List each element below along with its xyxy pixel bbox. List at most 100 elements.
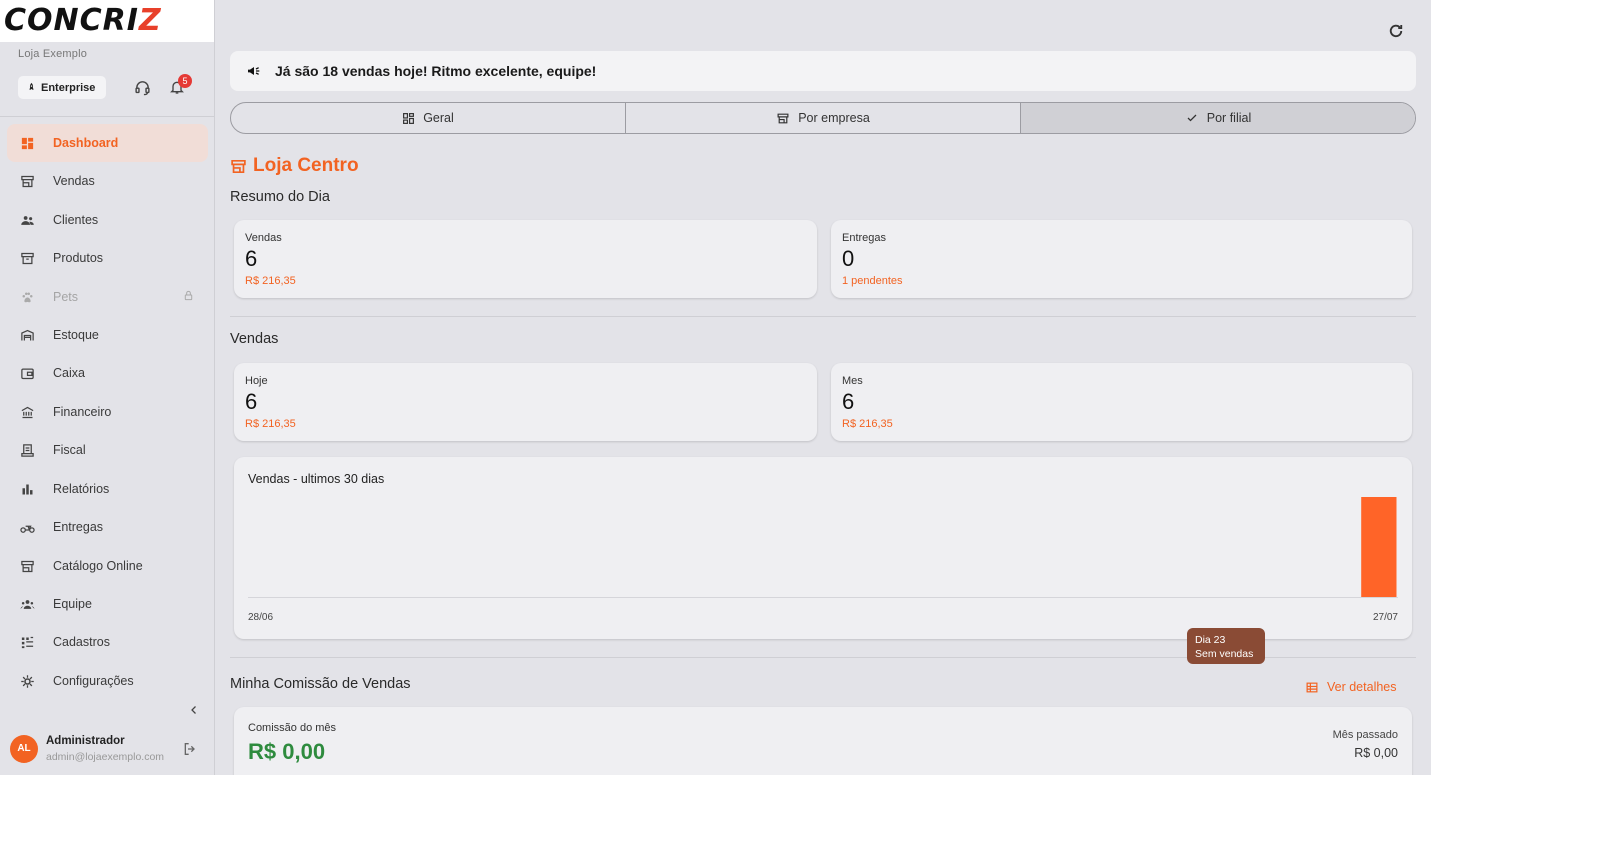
summary-title: Resumo do Dia <box>230 189 330 205</box>
headset-icon <box>134 80 150 95</box>
plan-badge[interactable]: Enterprise <box>18 76 106 99</box>
card-subtext: 1 pendentes <box>842 275 903 287</box>
user-email: admin@lojaexemplo.com <box>46 751 165 763</box>
card-value: 6 <box>842 389 855 414</box>
storefront-icon <box>19 558 35 574</box>
user-name: Administrador <box>46 735 125 747</box>
logout-button[interactable] <box>182 741 198 762</box>
bank-icon <box>19 404 35 420</box>
commission-month-value: R$ 0,00 <box>248 739 326 764</box>
sidebar-item-relatórios[interactable]: Relatórios <box>7 470 208 508</box>
tab-geral[interactable]: Geral <box>231 103 626 133</box>
support-button[interactable] <box>131 76 153 98</box>
avatar[interactable]: AL <box>10 735 38 763</box>
sidebar-item-label: Entregas <box>53 520 104 534</box>
sidebar-item-label: Estoque <box>53 328 99 342</box>
lock-icon <box>183 290 194 304</box>
commission-month-label: Comissão do mês <box>248 722 337 734</box>
motorcycle-icon <box>19 519 35 535</box>
tab-por-empresa[interactable]: Por empresa <box>626 103 1021 133</box>
groups-icon <box>19 596 35 612</box>
sidebar-item-label: Caixa <box>53 366 85 380</box>
paw-icon <box>19 289 35 305</box>
card-value: 6 <box>245 389 258 414</box>
bar-chart-icon <box>19 481 35 497</box>
sidebar-item-catálogo-online[interactable]: Catálogo Online <box>7 547 208 585</box>
sidebar-item-financeiro[interactable]: Financeiro <box>7 393 208 431</box>
card-value: 6 <box>245 246 258 271</box>
card-subtext: R$ 216,35 <box>245 275 296 287</box>
sales-month-card: Mes 6 R$ 216,35 <box>831 363 1412 441</box>
card-subtext: R$ 216,35 <box>245 418 296 430</box>
card-label: Mes <box>842 375 863 387</box>
logout-icon <box>184 743 195 755</box>
sidebar-item-pets[interactable]: Pets <box>7 278 208 316</box>
store-icon <box>19 173 35 189</box>
chart-tooltip: Dia 23 Sem vendas <box>1187 628 1265 664</box>
sidebar-divider <box>0 116 214 117</box>
sidebar-item-estoque[interactable]: Estoque <box>7 316 208 354</box>
tab-por-filial[interactable]: Por filial <box>1021 103 1415 133</box>
commission-card: Comissão do mês R$ 0,00 Mês passado R$ 0… <box>234 707 1412 775</box>
sidebar-item-cadastros[interactable]: Cadastros <box>7 623 208 661</box>
sidebar-item-label: Pets <box>53 290 79 304</box>
scope-tabs: Geral Por empresa Por filial <box>230 102 1416 134</box>
megaphone-icon <box>248 67 260 75</box>
announcement-text: Já são 18 vendas hoje! Ritmo excelente, … <box>275 63 597 79</box>
logo-text: CONCRI <box>4 3 139 38</box>
sidebar-item-caixa[interactable]: Caixa <box>7 354 208 392</box>
chart-bar[interactable] <box>1361 497 1397 597</box>
branch-title: Loja Centro <box>230 155 359 177</box>
brand-logo[interactable]: CONCRIZ <box>0 0 214 42</box>
branch-name: Loja Centro <box>253 155 359 176</box>
sidebar-item-label: Configurações <box>53 674 134 688</box>
plan-label: Enterprise <box>41 81 96 94</box>
sales-section-title: Vendas <box>230 331 279 347</box>
summary-sales-card: Vendas 6 R$ 216,35 <box>234 220 817 298</box>
check-icon <box>1187 114 1197 122</box>
sidebar-item-label: Dashboard <box>53 136 119 150</box>
view-details-link[interactable]: Ver detalhes <box>1305 680 1397 694</box>
sidebar-item-label: Fiscal <box>53 443 86 457</box>
sidebar-item-dashboard[interactable]: Dashboard <box>7 124 208 162</box>
sales-chart-card: Vendas - ultimos 30 dias 28/06 27/07 <box>234 457 1412 639</box>
sidebar-nav: Dashboard Vendas Clientes Produtos Pets Estoq… <box>0 124 214 696</box>
card-label: Vendas <box>245 232 282 244</box>
gear-icon <box>19 673 35 689</box>
sidebar-item-entregas[interactable]: Entregas <box>7 508 208 546</box>
user-profile: AL Administrador admin@lojaexemplo.com <box>10 735 210 767</box>
sidebar-item-label: Cadastros <box>53 635 110 649</box>
receipt-icon <box>19 442 35 458</box>
chevron-left-icon <box>191 706 196 714</box>
refresh-icon <box>1389 24 1403 38</box>
grid-icon <box>403 112 415 124</box>
archive-icon <box>19 250 35 266</box>
sidebar-item-configurações[interactable]: Configurações <box>7 662 208 696</box>
table-icon <box>1306 682 1318 692</box>
sales-bar-chart[interactable] <box>248 497 1398 609</box>
sidebar-item-clientes[interactable]: Clientes <box>7 201 208 239</box>
view-details-label: Ver detalhes <box>1327 680 1397 694</box>
tooltip-value: Sem vendas <box>1195 648 1254 660</box>
sidebar-item-fiscal[interactable]: Fiscal <box>7 431 208 469</box>
sidebar-item-label: Clientes <box>53 213 99 227</box>
dashboard-icon <box>19 135 35 151</box>
section-divider <box>230 316 1416 317</box>
card-subtext: R$ 216,35 <box>842 418 893 430</box>
notification-badge: 5 <box>178 74 192 88</box>
sidebar-item-label: Catálogo Online <box>53 559 143 573</box>
sidebar-item-label: Equipe <box>53 597 92 611</box>
collapse-sidebar-button[interactable] <box>188 703 200 721</box>
refresh-button[interactable] <box>1387 22 1405 45</box>
sidebar-item-vendas[interactable]: Vendas <box>7 162 208 200</box>
sidebar-item-equipe[interactable]: Equipe <box>7 585 208 623</box>
rocket-icon <box>29 82 34 90</box>
card-label: Hoje <box>245 375 268 387</box>
tab-label: Por empresa <box>798 111 870 125</box>
commission-title: Minha Comissão de Vendas <box>230 676 411 692</box>
people-icon <box>19 212 35 228</box>
sidebar-item-label: Produtos <box>53 251 104 265</box>
commission-prev-value: R$ 0,00 <box>1354 746 1398 760</box>
logo-accent: Z <box>138 3 162 38</box>
sidebar-item-produtos[interactable]: Produtos <box>7 239 208 277</box>
